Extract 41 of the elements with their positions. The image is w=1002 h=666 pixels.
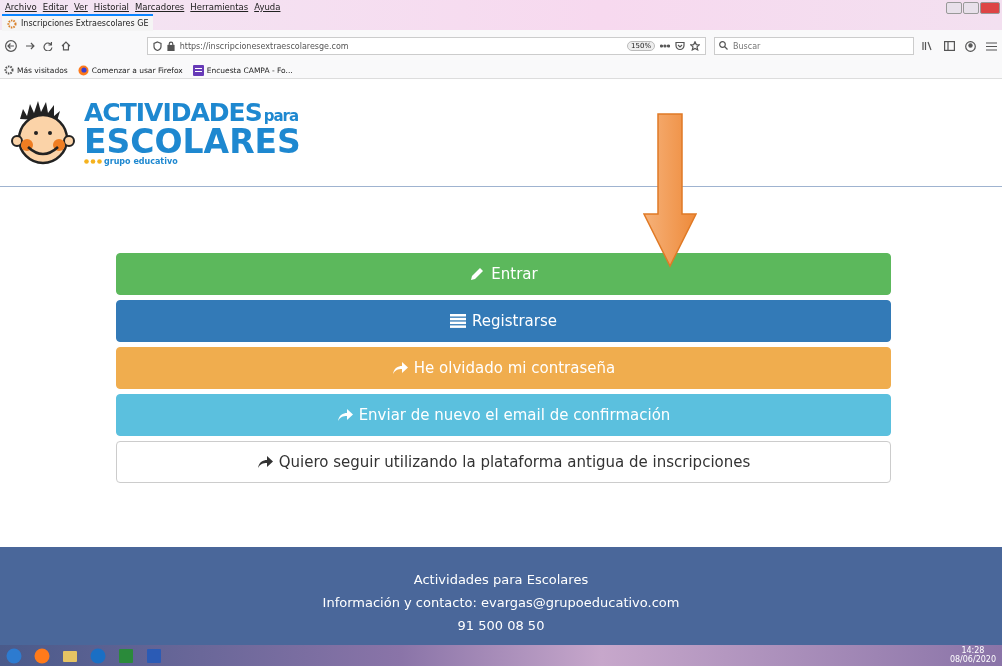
shield-icon bbox=[152, 41, 162, 51]
lock-icon bbox=[166, 41, 175, 51]
sidebar-icon[interactable] bbox=[944, 41, 956, 51]
menu-item[interactable]: Ayuda bbox=[254, 2, 281, 13]
url-text: https://inscripcionesextraescolaresge.com bbox=[179, 41, 350, 51]
clock[interactable]: 14:28 08/06/2020 bbox=[949, 646, 996, 665]
start-button[interactable] bbox=[6, 647, 22, 664]
pencil-icon bbox=[469, 266, 486, 282]
footer-text: Actividades para Escolares bbox=[413, 572, 589, 587]
logo-text: ESCOLARES bbox=[84, 124, 301, 158]
pocket-icon[interactable] bbox=[675, 41, 686, 51]
menu-item[interactable]: Herramientas bbox=[190, 2, 249, 13]
logo-tagline: grupo educativo bbox=[104, 157, 178, 166]
more-icon[interactable] bbox=[660, 44, 671, 48]
dots-icon bbox=[84, 159, 102, 164]
menu-item[interactable]: Historial bbox=[93, 2, 129, 13]
star-icon[interactable] bbox=[690, 41, 701, 51]
menu-item[interactable]: Editar bbox=[42, 2, 68, 13]
home-icon[interactable] bbox=[60, 41, 71, 51]
gear-icon bbox=[4, 65, 14, 75]
share-arrow-icon bbox=[391, 361, 408, 375]
browser-tab[interactable]: Inscripciones Extraescolares GE bbox=[2, 14, 154, 31]
site-icon bbox=[7, 18, 17, 29]
action-button[interactable]: Quiero seguir utilizando la plataforma antigua de inscripciones bbox=[116, 441, 891, 483]
search-field[interactable]: Buscar bbox=[714, 37, 915, 55]
footer-text: 91 500 08 50 bbox=[457, 618, 545, 633]
share-arrow-icon bbox=[336, 408, 353, 422]
account-icon[interactable] bbox=[965, 40, 977, 52]
reload-icon[interactable] bbox=[42, 41, 53, 51]
logo-text: ACTIVIDADES bbox=[84, 99, 262, 125]
menu-item[interactable]: Archivo bbox=[5, 2, 37, 13]
menu-item[interactable]: Marcadores bbox=[135, 2, 185, 13]
share-arrow-icon bbox=[256, 455, 273, 469]
menu-item[interactable]: Ver bbox=[73, 2, 88, 13]
logo-text: para bbox=[263, 108, 299, 124]
list-icon bbox=[450, 314, 467, 328]
footer-text: Información y contacto: evargas@grupoeducativo.com bbox=[322, 595, 680, 610]
forward-icon[interactable] bbox=[24, 41, 35, 51]
back-icon[interactable] bbox=[5, 40, 17, 52]
menu-icon[interactable] bbox=[986, 41, 998, 51]
action-button[interactable]: Registrarse bbox=[116, 300, 891, 342]
